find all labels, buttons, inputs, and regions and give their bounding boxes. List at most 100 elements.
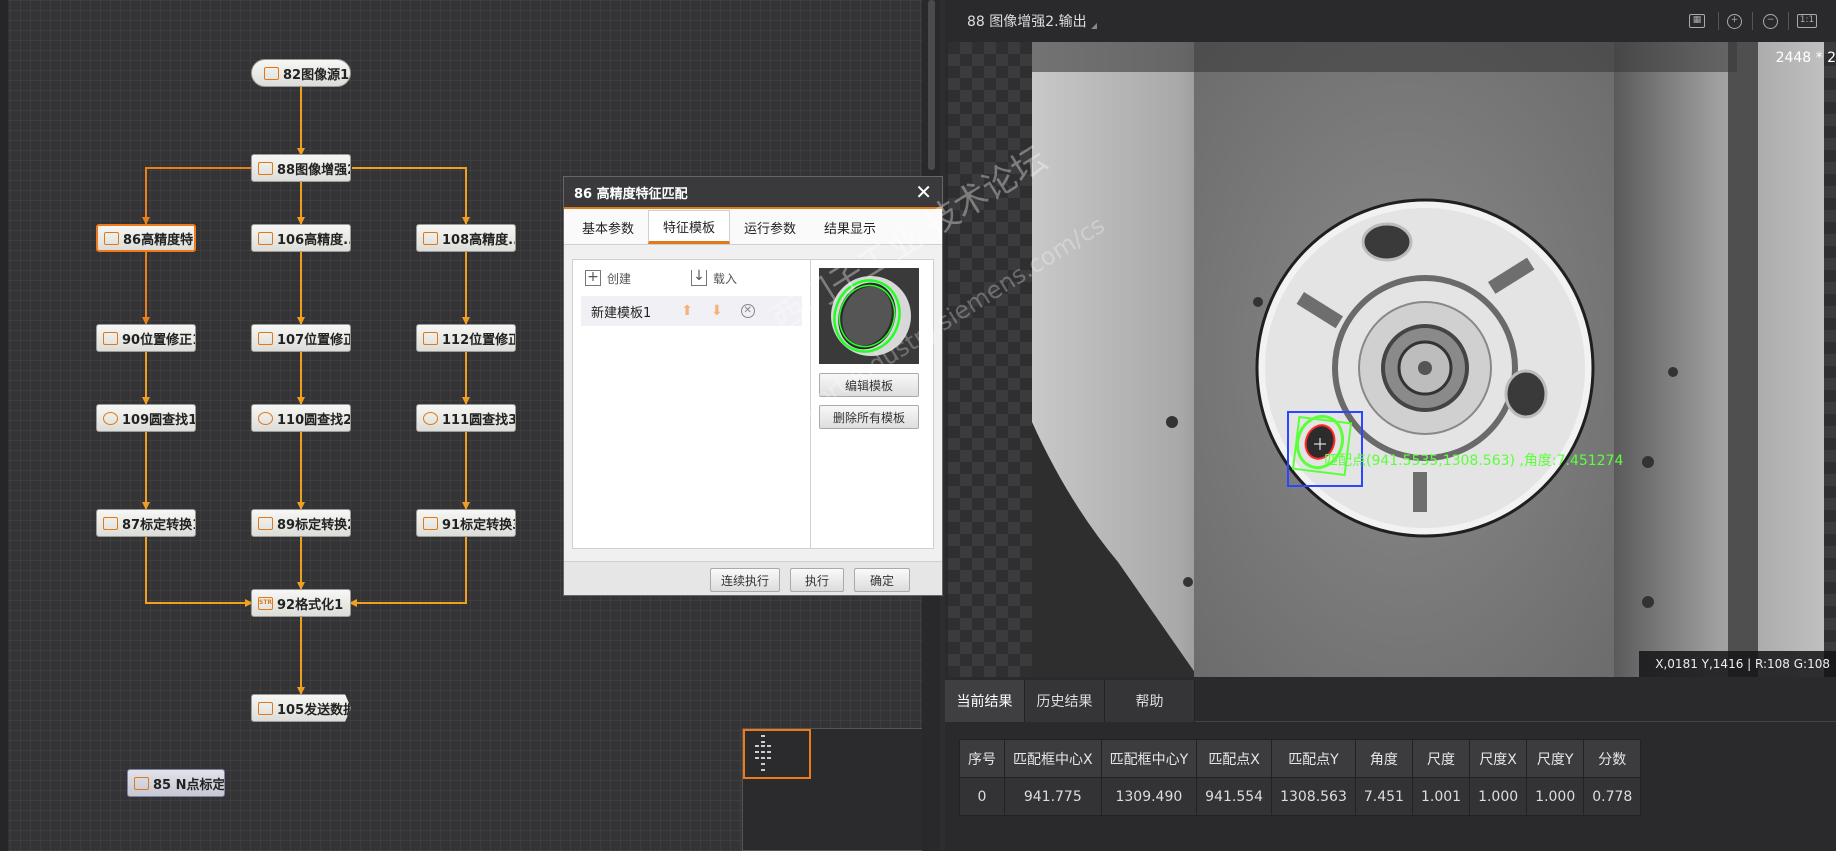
minimap-node bbox=[761, 745, 765, 747]
node-label: 92格式化1 bbox=[277, 597, 344, 613]
tab-feature-template[interactable]: 特征模板 bbox=[648, 210, 731, 244]
node-label: 105发送数据1 bbox=[277, 702, 350, 718]
minimap-viewport[interactable] bbox=[743, 729, 811, 779]
delete-all-templates-button[interactable]: 删除所有模板 bbox=[819, 405, 919, 429]
tab-result-display[interactable]: 结果显示 bbox=[810, 210, 890, 244]
grid-icon[interactable]: ▦ bbox=[1689, 14, 1705, 28]
column-header: 匹配点X bbox=[1196, 739, 1273, 778]
dialog-title: 86 高精度特征匹配 bbox=[574, 186, 688, 202]
results-panel: 当前结果 历史结果 帮助 序号 匹配框中心X 匹配框中心Y 匹配点X 匹配点Y … bbox=[945, 680, 1836, 851]
flow-node-circle-find-109[interactable]: 109圆查找1 bbox=[96, 404, 196, 432]
image-panel-title: 88 图像增强2.输出 bbox=[967, 14, 1087, 30]
feature-match-icon bbox=[423, 231, 438, 245]
node-label: 106高精度... bbox=[277, 232, 351, 248]
minimap-node bbox=[767, 751, 771, 753]
template-preview-image bbox=[819, 268, 919, 364]
flow-node-feature-match-108[interactable]: 108高精度... bbox=[416, 224, 516, 252]
table-cell: 1308.563 bbox=[1271, 777, 1356, 816]
move-down-icon[interactable]: ⬇ bbox=[711, 303, 723, 319]
flow-node-position-fix-107[interactable]: 107位置修正2 bbox=[251, 324, 351, 352]
results-table: 序号 匹配框中心X 匹配框中心Y 匹配点X 匹配点Y 角度 尺度 尺度X 尺度Y… bbox=[959, 739, 1642, 816]
column-header: 匹配框中心X bbox=[1004, 739, 1102, 778]
edit-template-button[interactable]: 编辑模板 bbox=[819, 373, 919, 397]
run-button[interactable]: 执行 bbox=[790, 568, 844, 592]
flow-node-format-92[interactable]: STR 92格式化1 bbox=[251, 589, 351, 617]
position-fix-icon bbox=[103, 331, 118, 345]
header-separator bbox=[1788, 12, 1789, 30]
column-header: 尺度Y bbox=[1526, 739, 1585, 778]
move-up-icon[interactable]: ⬆ bbox=[681, 303, 693, 319]
template-panel: + 创建 ↓ 载入 新建模板1 ⬆ ⬇ ✕ 编辑模板 删除所有模板 bbox=[572, 259, 934, 549]
minimap-node bbox=[755, 757, 759, 759]
column-header: 尺度 bbox=[1411, 739, 1471, 778]
flow-node-circle-find-111[interactable]: 111圆查找3 bbox=[416, 404, 516, 432]
download-icon: ↓ bbox=[691, 269, 707, 286]
send-data-icon bbox=[258, 701, 273, 715]
dialog-footer: 连续执行 执行 确定 bbox=[564, 561, 942, 595]
minimap-node bbox=[761, 757, 765, 759]
flow-node-feature-match-106[interactable]: 106高精度... bbox=[251, 224, 351, 252]
circle-find-icon bbox=[423, 411, 438, 425]
flow-node-circle-find-110[interactable]: 110圆查找2 bbox=[251, 404, 351, 432]
zoom-out-icon[interactable]: − bbox=[1763, 14, 1778, 29]
template-list: + 创建 ↓ 载入 新建模板1 ⬆ ⬇ ✕ bbox=[573, 260, 811, 548]
node-label: 82图像源1 bbox=[283, 67, 350, 83]
table-cell: 1.000 bbox=[1526, 777, 1585, 816]
feature-match-icon bbox=[258, 231, 273, 245]
continuous-run-button[interactable]: 连续执行 bbox=[710, 568, 780, 592]
table-cell: 0.778 bbox=[1583, 777, 1642, 816]
format-str-icon: STR bbox=[258, 596, 273, 610]
table-header-row: 序号 匹配框中心X 匹配框中心Y 匹配点X 匹配点Y 角度 尺度 尺度X 尺度Y… bbox=[959, 739, 1642, 778]
table-cell: 7.451 bbox=[1354, 777, 1413, 816]
flow-minimap[interactable] bbox=[742, 728, 928, 851]
delete-icon[interactable]: ✕ bbox=[740, 304, 755, 318]
tab-help[interactable]: 帮助 bbox=[1105, 680, 1195, 722]
flow-node-n-point-calib-85[interactable]: 85 N点标定1 bbox=[127, 769, 225, 797]
flow-node-image-source[interactable]: 82图像源1 bbox=[251, 59, 351, 87]
image-panel-header: 88 图像增强2.输出 ▦ + − 1:1 bbox=[945, 0, 1836, 42]
tab-run-params[interactable]: 运行参数 bbox=[730, 210, 810, 244]
tab-current-results[interactable]: 当前结果 bbox=[945, 680, 1025, 722]
plus-icon: + bbox=[585, 270, 601, 286]
canvas-vertical-scrollbar[interactable] bbox=[928, 0, 935, 170]
flow-node-position-fix-112[interactable]: 112位置修正3 bbox=[416, 324, 516, 352]
load-template-button[interactable]: ↓ 载入 bbox=[691, 269, 787, 287]
calibration-icon bbox=[134, 776, 149, 790]
position-fix-icon bbox=[423, 331, 438, 345]
node-label: 90位置修正1 bbox=[122, 332, 196, 348]
flow-node-feature-match-86[interactable]: 86高精度特... bbox=[96, 224, 196, 252]
calibration-icon bbox=[423, 516, 438, 530]
position-fix-icon bbox=[258, 331, 273, 345]
tab-history-results[interactable]: 历史结果 bbox=[1025, 680, 1105, 722]
create-label: 创建 bbox=[607, 271, 632, 286]
inspection-image bbox=[1032, 42, 1824, 677]
feature-match-dialog: 86 高精度特征匹配 ✕ 基本参数 特征模板 运行参数 结果显示 + 创建 ↓ … bbox=[563, 176, 943, 596]
table-cell: 1309.490 bbox=[1100, 777, 1198, 816]
table-cell: 941.775 bbox=[1004, 777, 1102, 816]
column-header: 序号 bbox=[959, 739, 1005, 778]
circle-find-icon bbox=[258, 411, 273, 425]
flow-node-calib-convert-91[interactable]: 91标定转换3 bbox=[416, 509, 516, 537]
image-viewer[interactable]: 匹配点(941.5535,1308.563) ,角度:7.451274 2448… bbox=[948, 42, 1836, 677]
match-result-label: 匹配点(941.5535,1308.563) ,角度:7.451274 bbox=[1324, 453, 1624, 469]
flow-node-calib-convert-89[interactable]: 89标定转换2 bbox=[251, 509, 351, 537]
calibration-icon bbox=[103, 516, 118, 530]
dropdown-corner-icon[interactable] bbox=[1090, 23, 1097, 29]
actual-size-icon[interactable]: 1:1 bbox=[1797, 14, 1817, 28]
header-separator bbox=[1718, 12, 1719, 30]
tab-basic-params[interactable]: 基本参数 bbox=[568, 210, 648, 244]
table-row[interactable]: 0 941.775 1309.490 941.554 1308.563 7.45… bbox=[959, 777, 1642, 816]
minimap-node bbox=[755, 751, 759, 753]
ok-button[interactable]: 确定 bbox=[854, 568, 910, 592]
flow-node-send-data-105[interactable]: 105发送数据1 bbox=[251, 694, 351, 722]
create-template-button[interactable]: + 创建 bbox=[585, 270, 681, 287]
flow-node-calib-convert-87[interactable]: 87标定转换1 bbox=[96, 509, 196, 537]
close-icon[interactable]: ✕ bbox=[915, 181, 932, 203]
template-item[interactable]: 新建模板1 ⬆ ⬇ ✕ bbox=[581, 296, 802, 326]
column-header: 分数 bbox=[1583, 739, 1642, 778]
flow-node-image-enhance[interactable]: 88图像增强2 bbox=[251, 154, 351, 182]
flow-node-position-fix-90[interactable]: 90位置修正1 bbox=[96, 324, 196, 352]
zoom-in-icon[interactable]: + bbox=[1727, 14, 1742, 29]
minimap-node bbox=[761, 735, 765, 737]
node-label: 111圆查找3 bbox=[442, 412, 516, 428]
